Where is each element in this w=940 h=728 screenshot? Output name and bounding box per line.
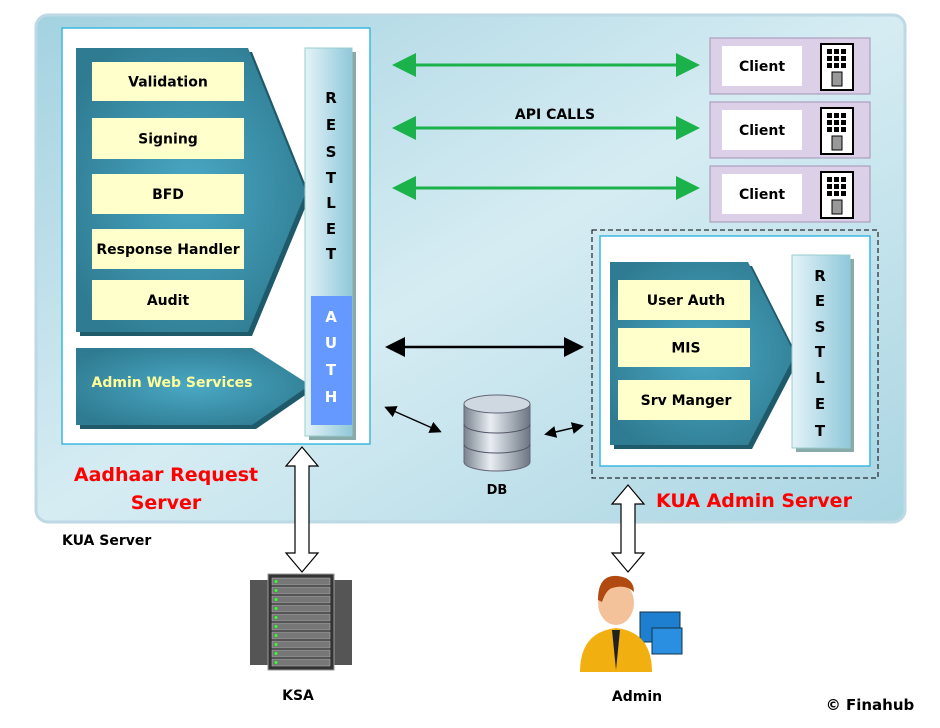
admin-restlet-letter: T bbox=[815, 343, 826, 361]
auth-letter: H bbox=[325, 388, 338, 406]
auth-letter: A bbox=[325, 308, 337, 326]
kua-server-label: KUA Server bbox=[62, 533, 151, 549]
admin-web-services-label: Admin Web Services bbox=[92, 375, 253, 391]
admin-restlet-letter: E bbox=[815, 292, 825, 310]
client-label: Client bbox=[739, 123, 785, 139]
module-label: Signing bbox=[138, 132, 198, 148]
database-icon bbox=[463, 394, 531, 472]
admin-label: Admin bbox=[612, 689, 662, 705]
keypad-device-icon bbox=[820, 171, 854, 219]
admin-module-label: Srv Manger bbox=[641, 393, 732, 409]
client-node: Client bbox=[709, 165, 871, 223]
client-label: Client bbox=[739, 187, 785, 203]
module-label: Response Handler bbox=[96, 242, 239, 258]
restlet-letter: S bbox=[326, 143, 337, 161]
admin-restlet-letter: R bbox=[814, 267, 826, 285]
aadhaar-request-server-title-2: Server bbox=[131, 492, 202, 514]
restlet-letter: T bbox=[326, 169, 337, 187]
admin-restlet-letter: E bbox=[815, 395, 825, 413]
aadhaar-request-server-title-1: Aadhaar Request bbox=[74, 464, 258, 486]
restlet-letter: T bbox=[326, 245, 337, 263]
ksa-label: KSA bbox=[282, 688, 314, 704]
keypad-device-icon bbox=[820, 107, 854, 155]
db-label: DB bbox=[487, 483, 508, 498]
module-label: Validation bbox=[128, 75, 208, 91]
admin-restlet-letter: T bbox=[815, 422, 826, 440]
keypad-device-icon bbox=[820, 43, 854, 91]
client-node: Client bbox=[709, 37, 871, 95]
admin-connection-arrow bbox=[610, 484, 646, 573]
client-node: Client bbox=[709, 101, 871, 159]
client-label: Client bbox=[739, 59, 785, 75]
admin-user-icon bbox=[580, 575, 683, 672]
restlet-letter: E bbox=[326, 116, 336, 134]
admin-module-label: User Auth bbox=[647, 293, 725, 309]
server-rack-icon bbox=[250, 573, 352, 671]
restlet-letter: E bbox=[326, 220, 336, 238]
admin-module-label: MIS bbox=[671, 341, 700, 357]
admin-restlet-letter: L bbox=[815, 369, 825, 387]
architecture-diagram: Validation Signing BFD Response Handler Audi… bbox=[34, 13, 915, 714]
module-label: Audit bbox=[147, 293, 190, 309]
copyright-text: © Finahub bbox=[826, 696, 915, 714]
admin-restlet-letter: S bbox=[815, 318, 826, 336]
api-calls-label: API CALLS bbox=[515, 107, 595, 123]
auth-letter: T bbox=[326, 361, 337, 379]
auth-letter: U bbox=[325, 334, 337, 352]
module-label: BFD bbox=[152, 187, 184, 203]
restlet-letter: R bbox=[325, 89, 337, 107]
kua-admin-server-title: KUA Admin Server bbox=[656, 490, 853, 512]
restlet-letter: L bbox=[326, 194, 336, 212]
